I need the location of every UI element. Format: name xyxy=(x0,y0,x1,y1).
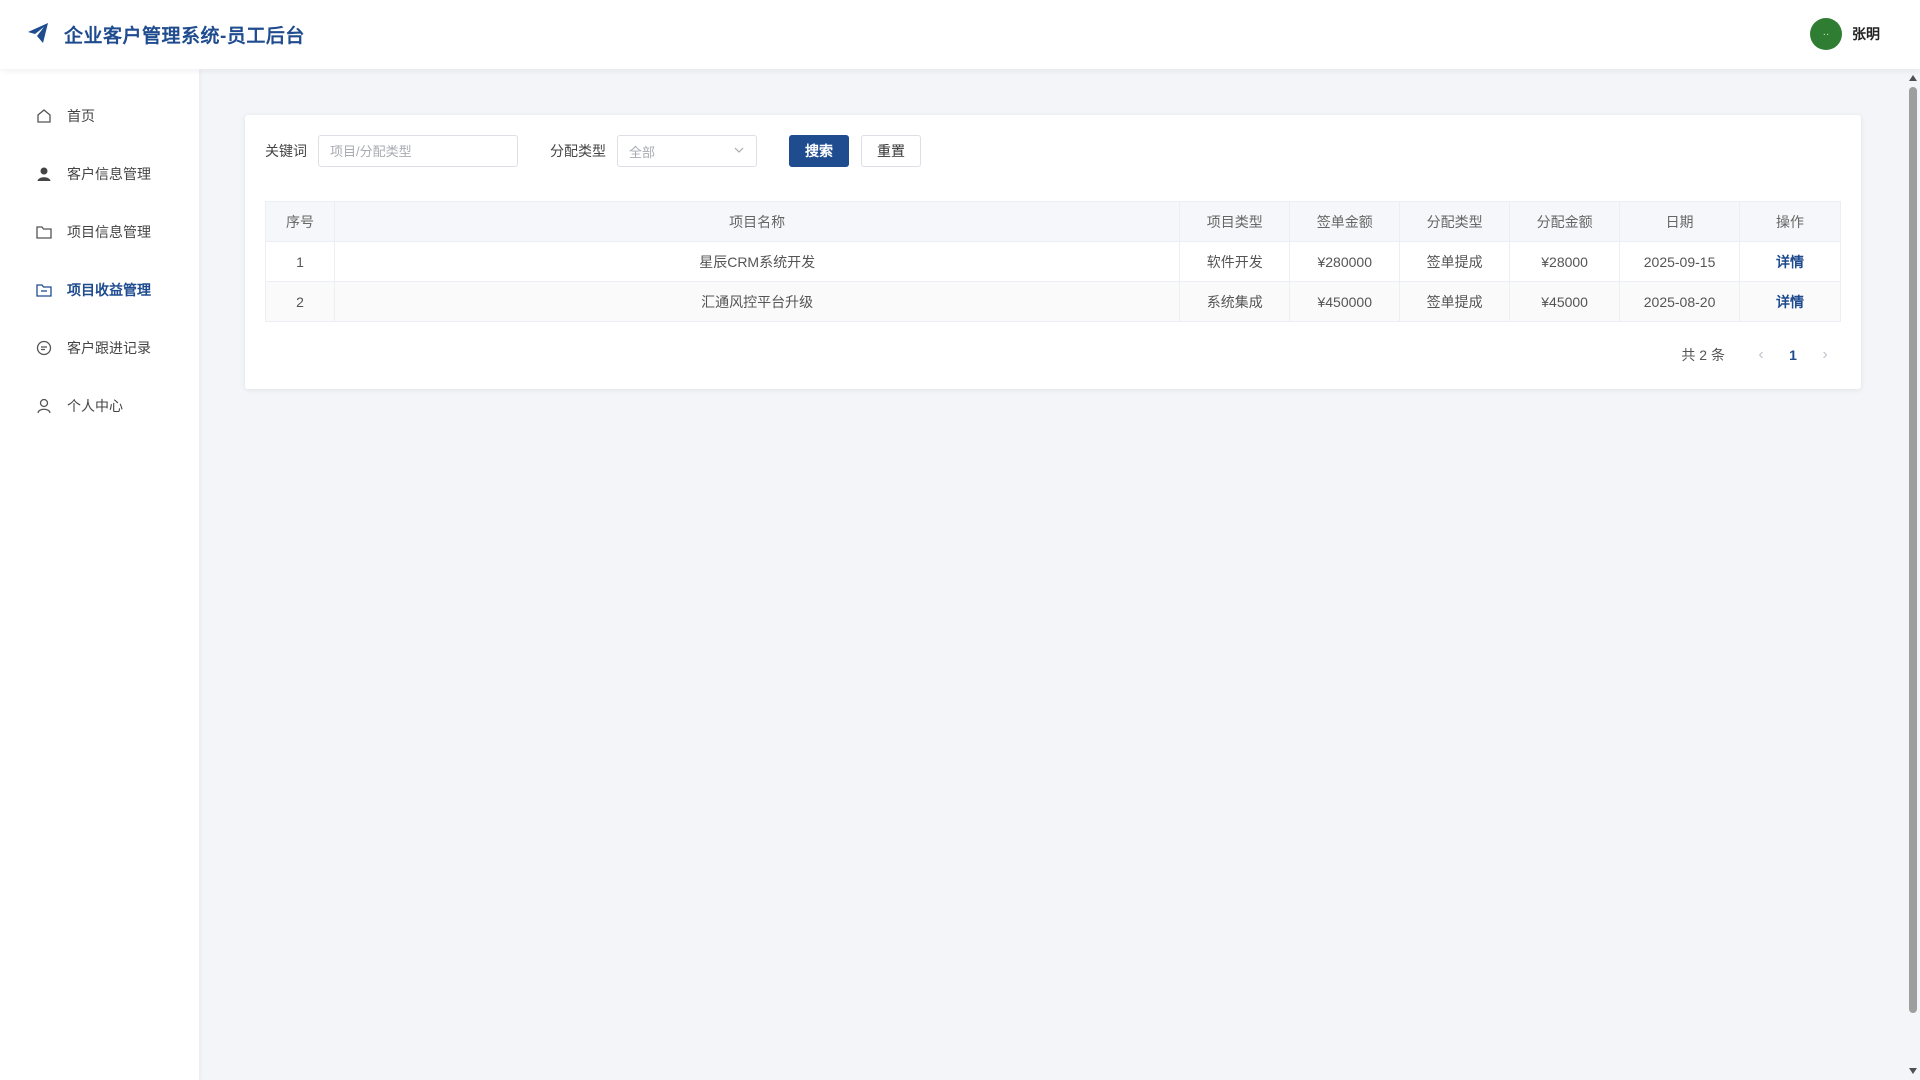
chevron-down-icon xyxy=(733,144,745,159)
cell-name: 星辰CRM系统开发 xyxy=(333,241,1181,282)
col-header[interactable]: 签单金额 xyxy=(1289,201,1401,242)
home-icon xyxy=(35,107,53,125)
table-row[interactable]: 2 汇通风控平台升级 系统集成 ¥450000 签单提成 ¥45000 2025… xyxy=(265,281,1841,322)
cell-no: 2 xyxy=(265,281,335,322)
cell-date: 2025-09-15 xyxy=(1619,241,1741,282)
col-header[interactable]: 项目类型 xyxy=(1179,201,1291,242)
col-header[interactable]: 序号 xyxy=(265,201,335,242)
sidebar-item-label: 项目信息管理 xyxy=(67,224,151,240)
folder-icon xyxy=(35,223,53,241)
revenue-table: 序号 项目名称 项目类型 签单金额 分配类型 分配金额 日期 操作 1 星辰CR… xyxy=(265,201,1841,322)
next-page-icon[interactable]: › xyxy=(1809,346,1841,364)
col-header[interactable]: 项目名称 xyxy=(333,201,1181,242)
sidebar-item-label: 项目收益管理 xyxy=(67,282,151,298)
sidebar-item-customer-info[interactable]: 客户信息管理 xyxy=(0,152,199,196)
top-header: 企业客户管理系统-员工后台 ·· 张明 xyxy=(0,0,1920,69)
sidebar-item-project-info[interactable]: 项目信息管理 xyxy=(0,210,199,254)
keyword-input[interactable] xyxy=(318,135,518,167)
cell-no: 1 xyxy=(265,241,335,282)
sidebar-item-project-revenue[interactable]: 项目收益管理 xyxy=(0,268,199,312)
keyword-label: 关键词 xyxy=(265,143,307,159)
username[interactable]: 张明 xyxy=(1852,24,1880,44)
detail-link[interactable]: 详情 xyxy=(1776,294,1804,310)
pagination: 共 2 条 ‹ 1 › xyxy=(1681,345,1841,365)
cell-alloc: ¥45000 xyxy=(1509,281,1621,322)
col-header[interactable]: 操作 xyxy=(1739,201,1841,242)
page-number[interactable]: 1 xyxy=(1777,347,1809,363)
col-header[interactable]: 分配金额 xyxy=(1509,201,1621,242)
cell-alloc-type: 签单提成 xyxy=(1399,281,1511,322)
paper-plane-icon xyxy=(26,21,50,48)
cell-contract: ¥280000 xyxy=(1289,241,1401,282)
user-menu[interactable]: ·· 张明 xyxy=(1810,18,1880,50)
cell-name: 汇通风控平台升级 xyxy=(333,281,1181,322)
cell-alloc: ¥28000 xyxy=(1509,241,1621,282)
sidebar-item-follow-up[interactable]: 客户跟进记录 xyxy=(0,326,199,370)
chat-icon xyxy=(35,339,53,357)
logo: 企业客户管理系统-员工后台 xyxy=(26,21,305,48)
cell-type: 系统集成 xyxy=(1179,281,1291,322)
cell-alloc-type: 签单提成 xyxy=(1399,241,1511,282)
filter-bar: 关键词 分配类型 全部 搜索 重置 xyxy=(265,135,921,167)
sidebar-item-label: 个人中心 xyxy=(67,398,123,414)
revenue-card: 关键词 分配类型 全部 搜索 重置 序号 项目名称 项目类型 签单金额 分配类型… xyxy=(245,115,1861,389)
cell-action: 详情 xyxy=(1739,241,1841,282)
alloc-type-value: 全部 xyxy=(629,144,656,160)
search-button[interactable]: 搜索 xyxy=(789,135,849,167)
avatar[interactable]: ·· xyxy=(1810,18,1842,50)
cell-date: 2025-08-20 xyxy=(1619,281,1741,322)
app-title: 企业客户管理系统-员工后台 xyxy=(64,26,305,47)
alloc-type-select[interactable]: 全部 xyxy=(617,135,757,167)
sidebar-item-home[interactable]: 首页 xyxy=(0,94,199,138)
sidebar-item-profile[interactable]: 个人中心 xyxy=(0,384,199,428)
prev-page-icon[interactable]: ‹ xyxy=(1745,346,1777,364)
folder-revenue-icon xyxy=(35,281,53,299)
person-icon xyxy=(35,397,53,415)
detail-link[interactable]: 详情 xyxy=(1776,254,1804,270)
cell-contract: ¥450000 xyxy=(1289,281,1401,322)
cell-action: 详情 xyxy=(1739,281,1841,322)
scrollbar[interactable] xyxy=(1906,69,1920,1080)
col-header[interactable]: 分配类型 xyxy=(1399,201,1511,242)
sidebar: 首页 客户信息管理 项目信息管理 项目收益管理 客户跟进记录 个人中心 xyxy=(0,69,199,1080)
alloc-type-label: 分配类型 xyxy=(550,143,606,159)
sidebar-item-label: 首页 xyxy=(67,108,95,124)
sidebar-item-label: 客户信息管理 xyxy=(67,166,151,182)
table-header-row: 序号 项目名称 项目类型 签单金额 分配类型 分配金额 日期 操作 xyxy=(265,201,1841,242)
table-row[interactable]: 1 星辰CRM系统开发 软件开发 ¥280000 签单提成 ¥28000 202… xyxy=(265,241,1841,282)
reset-button[interactable]: 重置 xyxy=(861,135,921,167)
user-icon xyxy=(35,165,53,183)
scroll-thumb[interactable] xyxy=(1909,87,1917,1013)
pagination-total: 共 2 条 xyxy=(1681,347,1725,363)
scroll-up-icon[interactable] xyxy=(1909,75,1917,81)
col-header[interactable]: 日期 xyxy=(1619,201,1741,242)
cell-type: 软件开发 xyxy=(1179,241,1291,282)
sidebar-item-label: 客户跟进记录 xyxy=(67,340,151,356)
scroll-down-icon[interactable] xyxy=(1909,1068,1917,1074)
